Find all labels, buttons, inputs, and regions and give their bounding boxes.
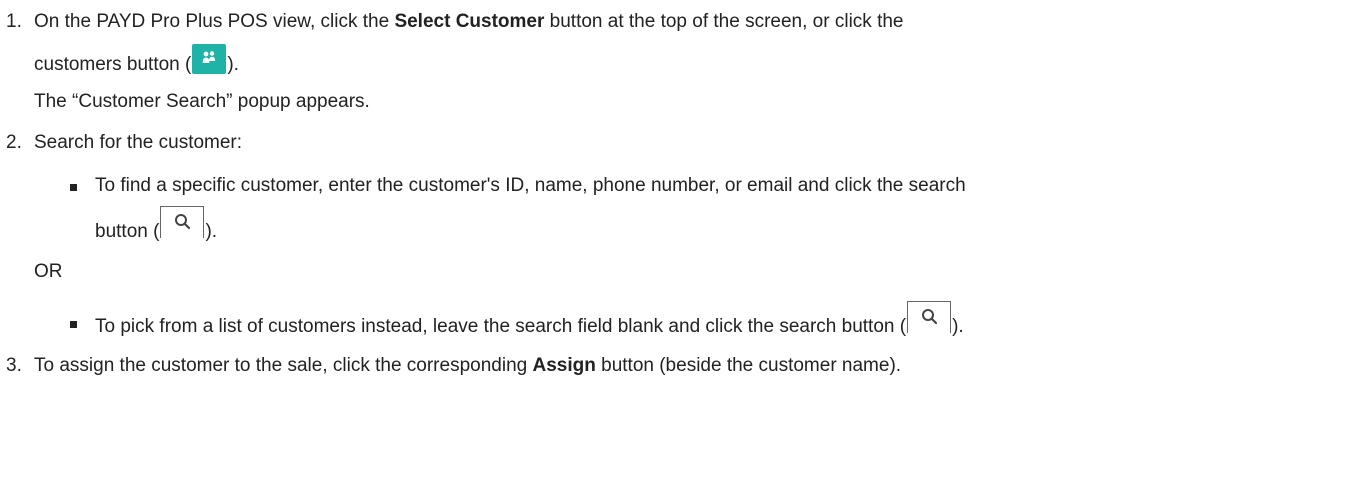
bullet-1-line-2: button (). <box>95 206 218 248</box>
customer-search-note: The “Customer Search” popup appears. <box>34 91 370 112</box>
step-3-text-after: button (beside the customer name). <box>595 355 902 376</box>
bullet-1-line2-after: ). <box>205 221 218 243</box>
step-1-line-2: customers button (). <box>34 44 239 80</box>
step-3-line: To assign the customer to the sale, clic… <box>34 354 901 378</box>
search-icon <box>907 301 952 333</box>
instructions-document: 1. On the PAYD Pro Plus POS view, click … <box>0 0 1356 480</box>
step-1-text-before: On the PAYD Pro Plus POS view, click the <box>34 11 395 32</box>
step-1-line2-after: ). <box>227 54 239 76</box>
step-2-number: 2. <box>6 132 22 153</box>
bullet-1-line2-before: button ( <box>95 221 160 243</box>
step-3-text-before: To assign the customer to the sale, clic… <box>34 355 533 376</box>
bullet-2-line: To pick from a list of customers instead… <box>95 301 964 343</box>
select-customer-label: Select Customer <box>394 11 545 32</box>
bullet-2-before: To pick from a list of customers instead… <box>95 316 907 338</box>
step-1-line-1: On the PAYD Pro Plus POS view, click the… <box>34 10 904 34</box>
or-text: OR <box>34 261 63 282</box>
bullet-marker-1 <box>70 184 77 191</box>
step-1-line2-before: customers button ( <box>34 54 192 76</box>
step-3-number: 3. <box>6 355 22 376</box>
step-2-text: Search for the customer: <box>34 132 243 153</box>
step-1-text-after: button at the top of the screen, or clic… <box>544 11 904 32</box>
step-1-number: 1. <box>6 11 22 32</box>
customers-icon <box>192 44 227 74</box>
assign-label: Assign <box>532 355 596 376</box>
search-icon <box>160 206 205 238</box>
bullet-2-after: ). <box>952 316 964 338</box>
bullet-marker-2 <box>70 321 77 328</box>
bullet-1-line-1: To find a specific customer, enter the c… <box>95 175 966 196</box>
